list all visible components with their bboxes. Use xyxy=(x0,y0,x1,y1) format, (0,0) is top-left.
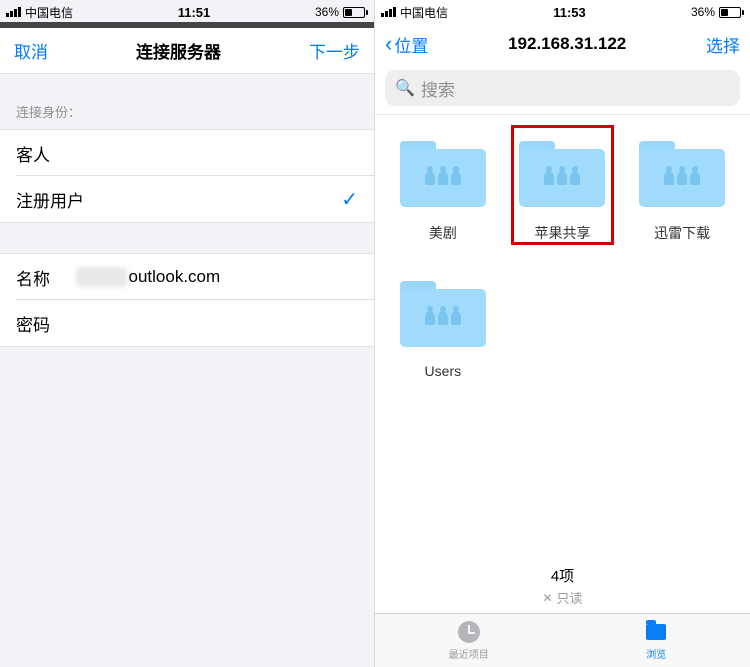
x-icon: ✕ xyxy=(542,591,552,605)
tab-bar: 最近项目 浏览 xyxy=(375,613,750,667)
cancel-button[interactable]: 取消 xyxy=(14,38,48,63)
time-label: 11:51 xyxy=(178,5,211,20)
search-placeholder: 搜索 xyxy=(421,76,455,101)
carrier-label: 中国电信 xyxy=(25,4,73,21)
battery-percent: 36% xyxy=(315,5,339,19)
tab-label: 浏览 xyxy=(646,646,666,661)
folder-item-users[interactable]: Users xyxy=(385,269,501,379)
identity-option-label: 客人 xyxy=(16,141,50,166)
identity-option-registered[interactable]: 注册用户 ✓ xyxy=(0,176,374,222)
identity-list: 客人 注册用户 ✓ xyxy=(0,129,374,223)
tab-browse[interactable]: 浏览 xyxy=(563,614,750,667)
folder-grid: 美剧 苹果共享 迅雷下载 Users xyxy=(385,129,740,379)
name-value: outlook.com xyxy=(129,267,221,287)
time-label: 11:53 xyxy=(553,5,586,20)
carrier-label: 中国电信 xyxy=(400,4,448,21)
chevron-left-icon: ‹ xyxy=(385,33,392,55)
tab-label: 最近项目 xyxy=(449,646,489,661)
folder-label: 苹果共享 xyxy=(534,223,590,243)
folder-icon xyxy=(639,141,725,207)
tab-recent[interactable]: 最近项目 xyxy=(375,614,563,667)
phone-right: 中国电信 11:53 36% ‹ 位置 192.168.31.122 选择 🔍 … xyxy=(375,0,750,667)
section-header-identity: 连接身份： xyxy=(0,74,374,129)
identity-option-guest[interactable]: 客人 xyxy=(0,130,374,176)
next-button[interactable]: 下一步 xyxy=(309,38,360,63)
password-row[interactable]: 密码 xyxy=(0,300,374,346)
checkmark-icon: ✓ xyxy=(341,187,358,212)
folder-tab-icon xyxy=(646,624,666,640)
folder-icon xyxy=(519,141,605,207)
identity-option-label: 注册用户 xyxy=(16,187,84,212)
back-label: 位置 xyxy=(394,32,428,57)
signal-icon xyxy=(381,7,396,17)
page-title: 192.168.31.122 xyxy=(508,34,626,54)
folder-grid-area: 美剧 苹果共享 迅雷下载 Users 4项 ✕ 只读 xyxy=(375,115,750,613)
shared-icon xyxy=(544,171,580,185)
shared-icon xyxy=(425,311,461,325)
credentials-list: 名称 xxxxx outlook.com 密码 xyxy=(0,253,374,347)
item-count: 4项 xyxy=(385,561,740,588)
shared-icon xyxy=(425,171,461,185)
battery-icon xyxy=(719,7,744,18)
battery-percent: 36% xyxy=(691,5,715,19)
folder-icon xyxy=(400,141,486,207)
folder-item-xunlei[interactable]: 迅雷下载 xyxy=(624,129,740,243)
folder-label: 迅雷下载 xyxy=(654,223,710,243)
battery-icon xyxy=(343,7,368,18)
search-icon: 🔍 xyxy=(395,78,415,98)
search-container: 🔍 搜索 xyxy=(375,66,750,115)
status-bar-left: 中国电信 11:51 36% xyxy=(0,0,374,22)
password-label: 密码 xyxy=(16,311,76,336)
status-bar-right: 中国电信 11:53 36% xyxy=(375,0,750,22)
page-title: 连接服务器 xyxy=(136,38,221,63)
back-button[interactable]: ‹ 位置 xyxy=(385,32,428,57)
folder-item-meiju[interactable]: 美剧 xyxy=(385,129,501,243)
folder-label: Users xyxy=(425,363,462,379)
name-label: 名称 xyxy=(16,265,76,290)
folder-icon xyxy=(400,281,486,347)
readonly-text: 只读 xyxy=(557,588,583,607)
signal-icon xyxy=(6,7,21,17)
folder-label: 美剧 xyxy=(429,223,457,243)
nav-bar-left: 取消 连接服务器 下一步 xyxy=(0,28,374,74)
select-button[interactable]: 选择 xyxy=(706,32,740,57)
search-input[interactable]: 🔍 搜索 xyxy=(385,70,740,106)
clock-icon xyxy=(458,621,480,643)
phone-left: 中国电信 11:51 36% 取消 连接服务器 下一步 连接身份： 客人 注册用… xyxy=(0,0,375,667)
nav-bar-right: ‹ 位置 192.168.31.122 选择 xyxy=(375,22,750,66)
name-hidden-prefix: xxxxx xyxy=(76,267,127,287)
folder-item-apple-share[interactable]: 苹果共享 xyxy=(505,129,621,243)
name-row[interactable]: 名称 xxxxx outlook.com xyxy=(0,254,374,300)
readonly-label: ✕ 只读 xyxy=(385,588,740,613)
shared-icon xyxy=(664,171,700,185)
